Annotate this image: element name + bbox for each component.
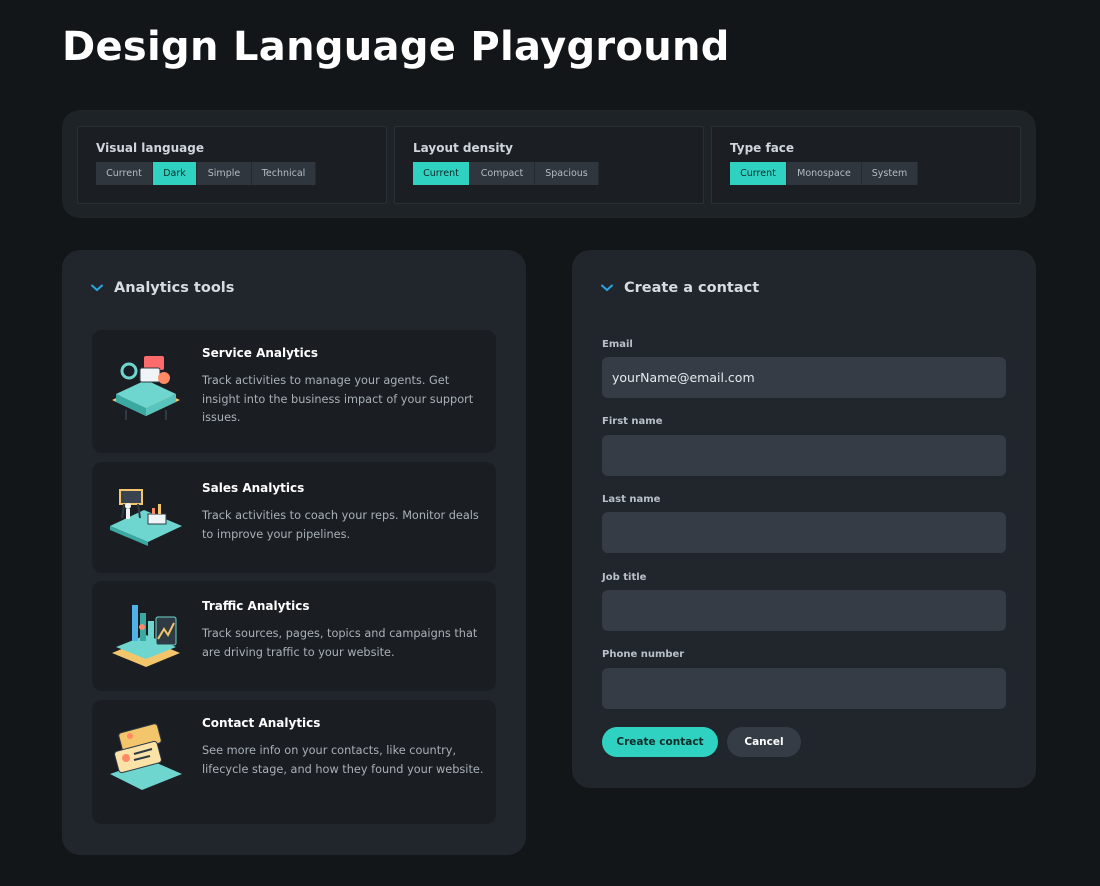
visual-language-option-simple[interactable]: Simple [197,162,252,185]
tool-description: Track activities to coach your reps. Mon… [202,509,479,541]
visual-language-option-dark[interactable]: Dark [153,162,197,185]
last-name-label: Last name [602,494,661,505]
sales-analytics-illustration [106,476,186,556]
layout-density-group: Layout density Current Compact Spacious [394,126,704,204]
traffic-analytics-illustration [106,595,186,675]
email-field[interactable] [602,357,1006,398]
tool-card-traffic-analytics[interactable]: Traffic Analytics Track sources, pages, … [92,581,496,691]
chevron-down-icon [600,281,614,295]
phone-number-label: Phone number [602,649,685,660]
analytics-tools-card: Analytics tools Service Analytics Track … [62,250,526,855]
layout-density-option-spacious[interactable]: Spacious [535,162,599,185]
first-name-field[interactable] [602,435,1006,476]
layout-density-selector: Current Compact Spacious [413,162,685,185]
job-title-field[interactable] [602,590,1006,631]
visual-language-group: Visual language Current Dark Simple Tech… [77,126,387,204]
visual-language-label: Visual language [96,141,204,155]
type-face-option-current[interactable]: Current [730,162,787,185]
tool-card-sales-analytics[interactable]: Sales Analytics Track activities to coac… [92,462,496,573]
tool-description: Track sources, pages, topics and campaig… [202,627,478,659]
analytics-tools-header[interactable]: Analytics tools [90,280,234,296]
type-face-group: Type face Current Monospace System [711,126,1021,204]
type-face-selector: Current Monospace System [730,162,1002,185]
last-name-field[interactable] [602,512,1006,553]
type-face-label: Type face [730,141,795,155]
phone-number-field[interactable] [602,668,1006,709]
tool-card-contact-analytics[interactable]: Contact Analytics See more info on your … [92,700,496,824]
email-label: Email [602,339,633,350]
layout-density-option-current[interactable]: Current [413,162,470,185]
layout-density-label: Layout density [413,141,513,155]
visual-language-option-technical[interactable]: Technical [252,162,316,185]
tool-description: Track activities to manage your agents. … [202,374,474,424]
settings-panel: Visual language Current Dark Simple Tech… [62,110,1036,218]
tool-description: See more info on your contacts, like cou… [202,744,484,776]
tool-title: Service Analytics [202,346,319,360]
visual-language-selector: Current Dark Simple Technical [96,162,368,185]
contact-analytics-illustration [106,720,186,800]
create-contact-header[interactable]: Create a contact [600,280,759,296]
layout-density-option-compact[interactable]: Compact [470,162,535,185]
job-title-label: Job title [602,572,647,583]
visual-language-option-current[interactable]: Current [96,162,153,185]
first-name-label: First name [602,416,663,427]
tool-title: Contact Analytics [202,716,321,730]
create-contact-title: Create a contact [624,280,760,296]
chevron-down-icon [90,281,104,295]
create-contact-button[interactable]: Create contact [602,727,718,757]
tool-card-service-analytics[interactable]: Service Analytics Track activities to ma… [92,330,496,453]
create-contact-card: Create a contact Email First name Last n… [572,250,1036,788]
analytics-tools-title: Analytics tools [114,280,235,296]
page-title: Design Language Playground [62,24,730,70]
cancel-button[interactable]: Cancel [727,727,801,757]
tool-title: Traffic Analytics [202,599,310,613]
service-analytics-illustration [106,348,186,428]
tool-title: Sales Analytics [202,481,305,495]
type-face-option-monospace[interactable]: Monospace [787,162,862,185]
type-face-option-system[interactable]: System [862,162,918,185]
